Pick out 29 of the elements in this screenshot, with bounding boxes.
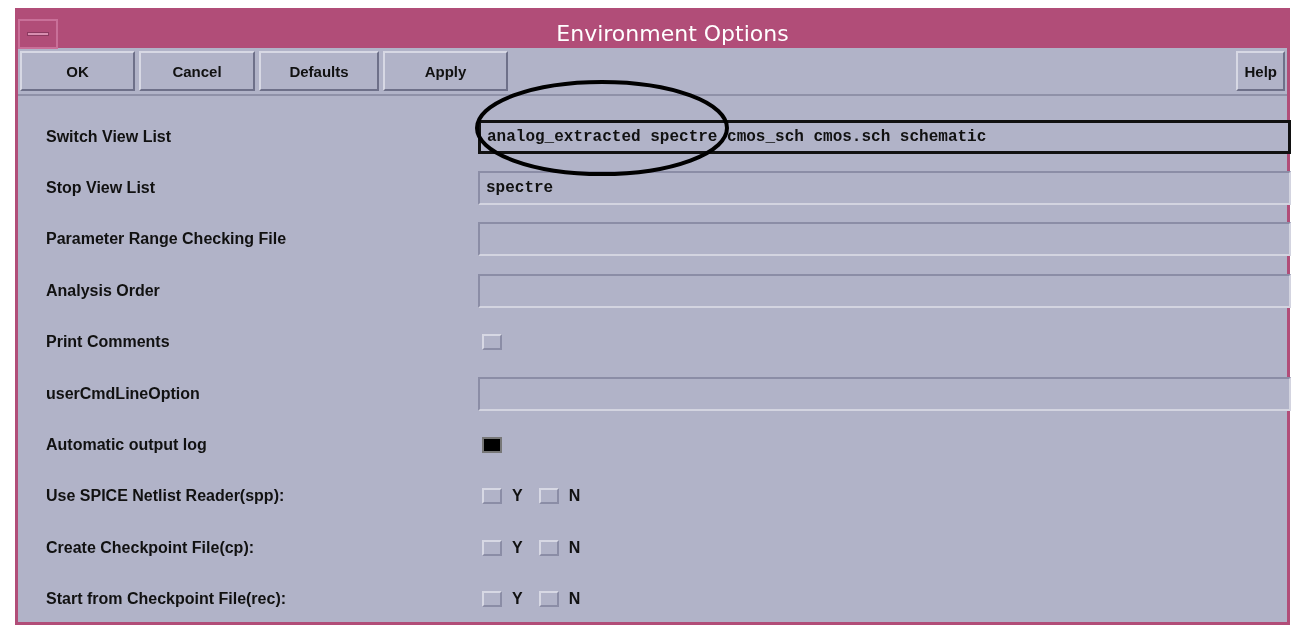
field-label: Switch View List xyxy=(46,127,173,146)
dialog-button[interactable]: Defaults xyxy=(259,51,379,91)
option-label: Y xyxy=(512,487,523,506)
option-label: Y xyxy=(512,590,523,609)
field-label: Parameter Range Checking File xyxy=(46,230,288,249)
field-label: userCmdLineOption xyxy=(46,384,201,403)
text-field[interactable] xyxy=(478,222,1291,257)
dialog-button[interactable]: Cancel xyxy=(139,51,255,91)
text-field[interactable]: spectre xyxy=(478,171,1291,206)
field-label: Automatic output log xyxy=(46,436,208,455)
text-field[interactable]: analog_extracted spectre cmos_sch cmos.sch schematic xyxy=(478,119,1291,154)
field-label: Analysis Order xyxy=(46,281,161,300)
option-label: Y xyxy=(512,538,523,557)
dialog-button[interactable]: OK xyxy=(20,51,135,91)
option-label: N xyxy=(568,590,581,609)
field-label: Print Comments xyxy=(46,333,171,352)
field-label: Stop View List xyxy=(46,179,157,198)
field-label: Create Checkpoint File(cp): xyxy=(46,538,256,557)
option-label: N xyxy=(568,487,581,506)
text-field[interactable] xyxy=(478,273,1291,308)
window-title: Environment Options xyxy=(555,23,790,45)
field-label: Use SPICE Netlist Reader(spp): xyxy=(46,487,286,506)
field-label: Start from Checkpoint File(rec): xyxy=(46,590,288,609)
window-menu-button[interactable] xyxy=(18,19,58,49)
text-field[interactable] xyxy=(478,376,1291,411)
option-label: N xyxy=(568,538,581,557)
help-button[interactable]: Help xyxy=(1236,51,1285,91)
dialog-button[interactable]: Apply xyxy=(383,51,508,91)
checkbox[interactable] xyxy=(482,437,502,454)
